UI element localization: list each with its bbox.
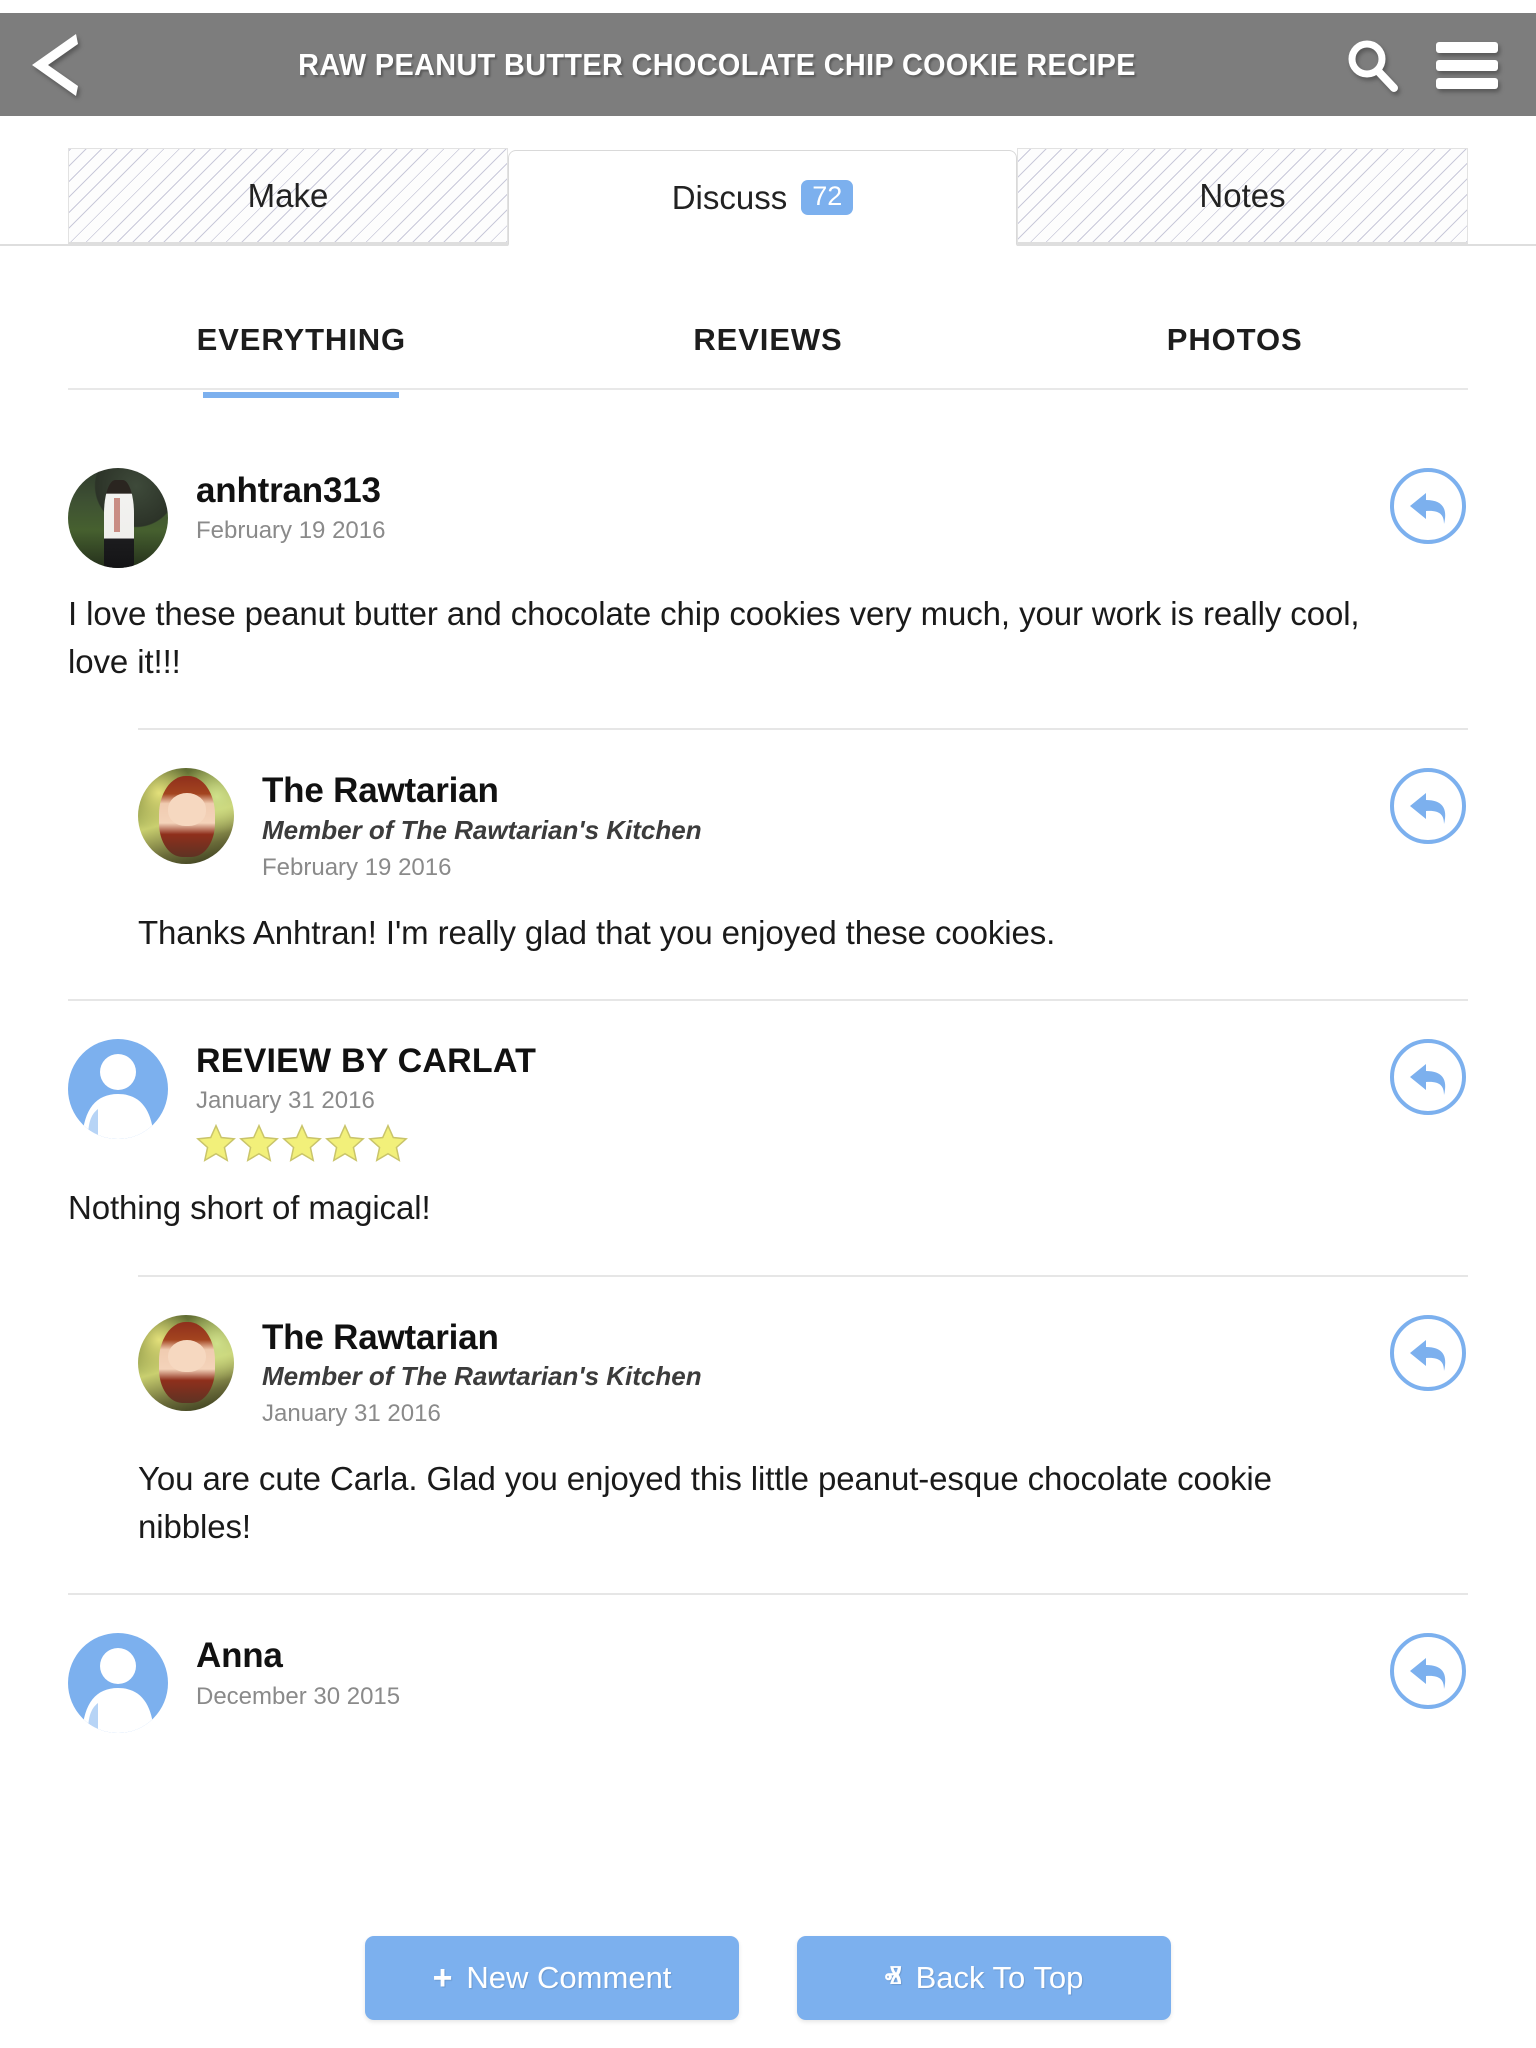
avatar-rawtarian[interactable]	[138, 1314, 234, 1411]
comment-author[interactable]: The Rawtarian	[262, 770, 702, 811]
tab-make-label: Make	[247, 176, 329, 214]
star-icon	[239, 1124, 279, 1163]
reply-button-5[interactable]	[1388, 1631, 1468, 1711]
star-icon	[368, 1124, 408, 1163]
comment-author-role: Member of The Rawtarian's Kitchen	[262, 1360, 702, 1391]
comment-meta: The Rawtarian Member of The Rawtarian's …	[262, 1315, 702, 1430]
comment-author-role: Member of The Rawtarian's Kitchen	[262, 814, 702, 845]
rating-stars	[196, 1124, 536, 1163]
tab-notes[interactable]: Notes	[1017, 148, 1468, 244]
comment-date: February 19 2016	[196, 517, 386, 545]
search-button[interactable]	[1324, 13, 1419, 116]
avatar-carlat[interactable]	[68, 1039, 168, 1140]
tab-discuss[interactable]: Discuss 72	[508, 150, 1017, 246]
tab-discuss-label: Discuss	[671, 178, 788, 216]
subnav-divider	[68, 388, 1468, 390]
star-icon	[196, 1124, 236, 1163]
app-header: RAW PEANUT BUTTER CHOCOLATE CHIP COOKIE …	[0, 13, 1536, 116]
comment-body: I love these peanut butter and chocolate…	[68, 595, 1360, 681]
reply-button-2[interactable]	[1388, 766, 1468, 846]
utility-bar: Favorite This Add to Shopping List Add Y…	[0, 0, 1536, 13]
comment-meta: anhtran313 February 19 2016	[196, 468, 385, 546]
comment-date: January 31 2016	[196, 1087, 375, 1115]
sub-nav: EVERYTHING REVIEWS PHOTOS	[68, 300, 1468, 390]
plus-icon: +	[432, 1959, 453, 1997]
back-to-top-button[interactable]: ⱏ Back To Top	[797, 1936, 1171, 2020]
comment-thread: anhtran313 February 19 2016 I love these…	[0, 430, 1536, 1734]
comment-body: Nothing short of magical!	[68, 1189, 431, 1227]
hamburger-menu-icon	[1435, 41, 1498, 89]
back-to-top-label: Back To Top	[915, 1960, 1084, 1995]
comment-header: anhtran313 February 19 2016	[68, 430, 1468, 568]
comment-header: Anna December 30 2015	[68, 1595, 1468, 1734]
new-comment-button[interactable]: + New Comment	[365, 1936, 739, 2020]
reply-arrow-icon	[1390, 768, 1466, 845]
comment-header: REVIEW BY CARLAT January 31 2016	[68, 1001, 1468, 1163]
reply-button-1[interactable]	[1388, 466, 1468, 546]
comment-date: December 30 2015	[196, 1682, 401, 1710]
comment-author[interactable]: anhtran313	[196, 470, 385, 511]
comment-meta: REVIEW BY CARLAT January 31 2016	[196, 1039, 536, 1163]
user-silhouette-icon	[82, 1648, 154, 1734]
back-button[interactable]	[0, 13, 110, 116]
star-icon	[325, 1124, 365, 1163]
subnav-item-everything[interactable]: EVERYTHING	[68, 300, 535, 390]
action-button-row: + New Comment ⱏ Back To Top	[0, 1936, 1536, 2020]
reply-button-4[interactable]	[1388, 1313, 1468, 1393]
comment-meta: Anna December 30 2015	[196, 1633, 400, 1711]
chevron-left-icon	[32, 33, 78, 96]
comment-author[interactable]: The Rawtarian	[262, 1317, 702, 1358]
star-icon	[282, 1124, 322, 1163]
comment-rawtarian-2: The Rawtarian Member of The Rawtarian's …	[0, 1277, 1536, 1552]
comment-body: Thanks Anhtran! I'm really glad that you…	[138, 913, 1056, 951]
tab-bar: Make Discuss 72 Notes	[0, 116, 1536, 246]
comment-anna: Anna December 30 2015	[0, 1595, 1536, 1734]
subnav-item-photos[interactable]: PHOTOS	[1001, 300, 1468, 390]
reply-arrow-icon	[1390, 1314, 1466, 1391]
avatar-anna[interactable]	[68, 1633, 168, 1734]
chevron-up-icon: ⱏ	[884, 1959, 902, 1997]
page-title: RAW PEANUT BUTTER CHOCOLATE CHIP COOKIE …	[298, 46, 1136, 82]
tab-make[interactable]: Make	[68, 148, 508, 244]
menu-button[interactable]	[1419, 13, 1514, 116]
avatar-rawtarian[interactable]	[138, 768, 234, 865]
discuss-count-badge: 72	[801, 180, 854, 215]
new-comment-label: New Comment	[466, 1960, 672, 1995]
comment-date: January 31 2016	[262, 1399, 441, 1427]
comment-rawtarian-1: The Rawtarian Member of The Rawtarian's …	[0, 730, 1536, 957]
avatar-anhtran313[interactable]	[68, 468, 168, 568]
comment-body: You are cute Carla. Glad you enjoyed thi…	[138, 1460, 1272, 1546]
comment-header: The Rawtarian Member of The Rawtarian's …	[138, 730, 1468, 883]
subnav-item-reviews[interactable]: REVIEWS	[535, 300, 1002, 390]
comment-carlat: REVIEW BY CARLAT January 31 2016 Nothing…	[0, 1001, 1536, 1277]
user-silhouette-icon	[82, 1054, 154, 1140]
search-icon	[1348, 40, 1398, 92]
comment-anhtran313: anhtran313 February 19 2016 I love these…	[0, 430, 1536, 731]
comment-meta: The Rawtarian Member of The Rawtarian's …	[262, 768, 702, 883]
comment-author[interactable]: REVIEW BY CARLAT	[196, 1041, 536, 1081]
reply-button-3[interactable]	[1388, 1037, 1468, 1117]
reply-arrow-icon	[1390, 468, 1466, 544]
comment-date: February 19 2016	[262, 853, 452, 881]
comment-author[interactable]: Anna	[196, 1635, 400, 1676]
reply-arrow-icon	[1390, 1633, 1466, 1710]
reply-arrow-icon	[1390, 1039, 1466, 1116]
comment-header: The Rawtarian Member of The Rawtarian's …	[138, 1277, 1468, 1430]
tab-notes-label: Notes	[1199, 176, 1286, 214]
